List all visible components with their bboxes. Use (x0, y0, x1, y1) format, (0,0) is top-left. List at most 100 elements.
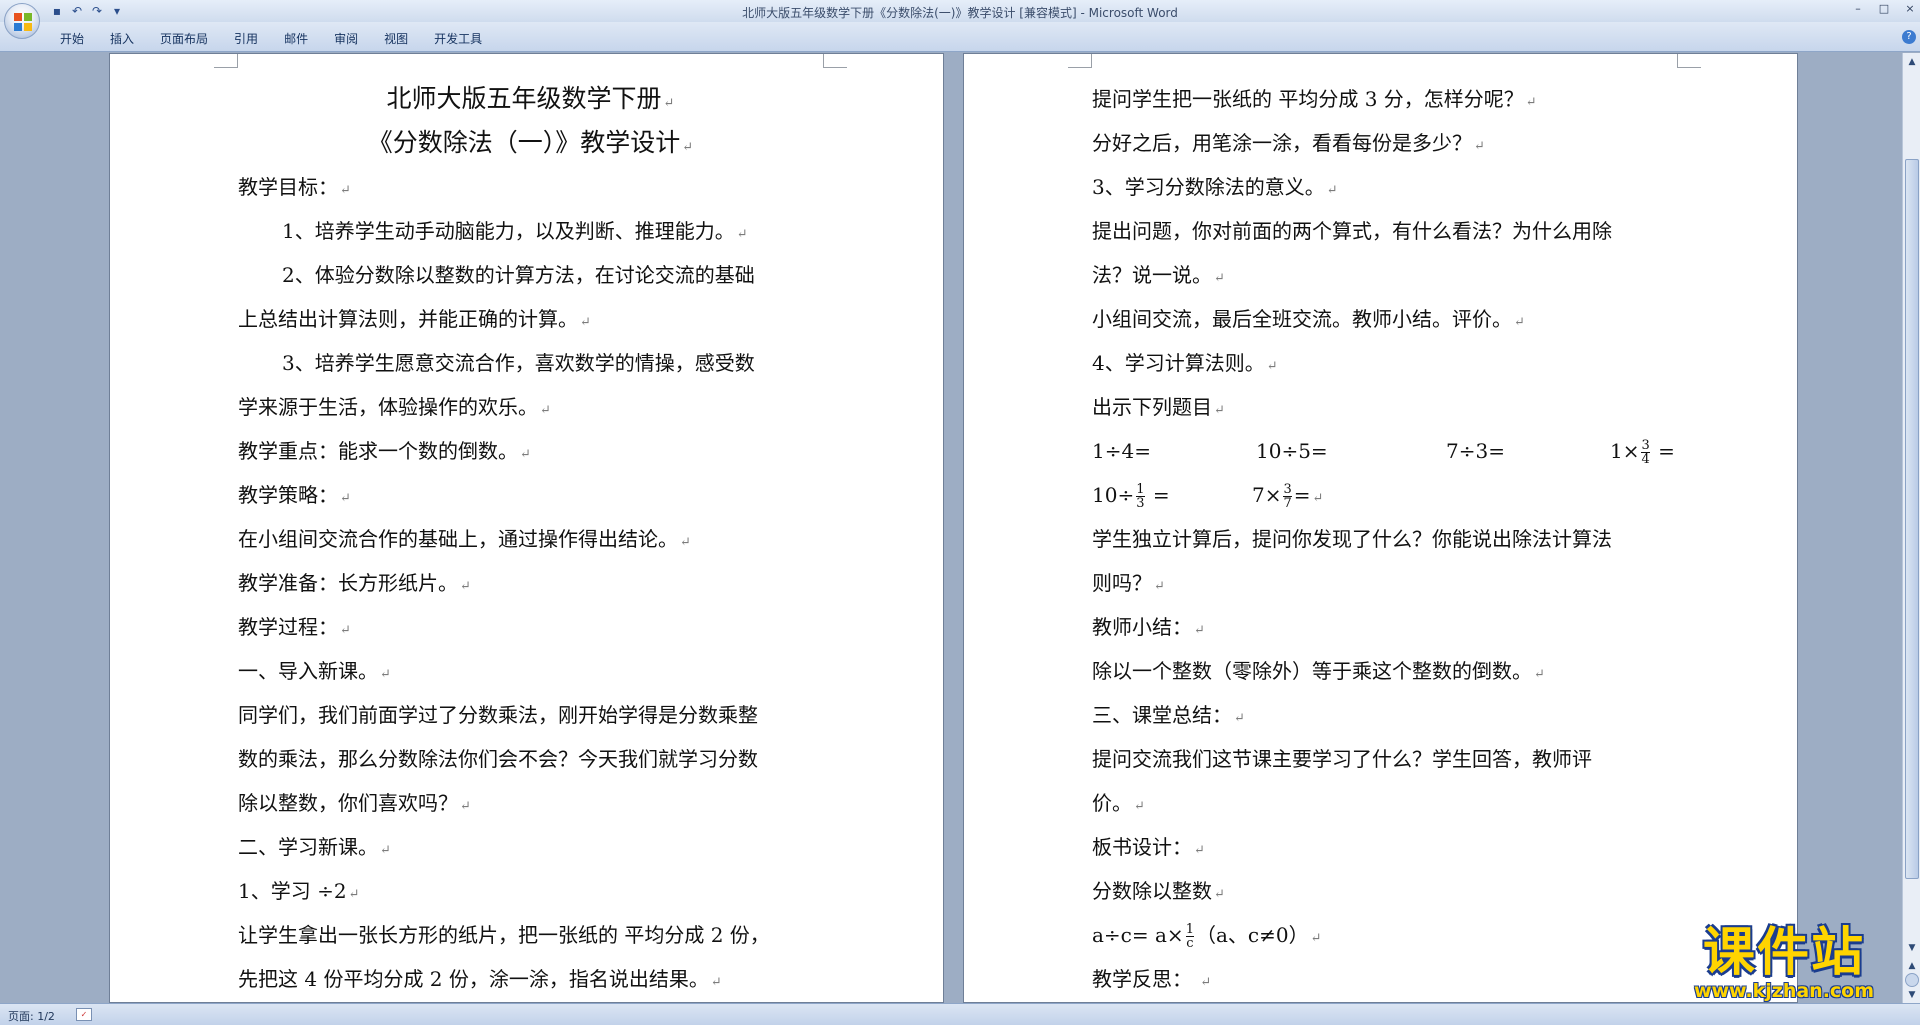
paragraph: 1、学习 ÷2 ↵ (238, 879, 360, 903)
fraction-denominator: 7 (1283, 496, 1292, 511)
math-text: = (1293, 483, 1311, 507)
select-browse-object-icon[interactable] (1905, 973, 1919, 987)
paragraph: 除以整数，你们喜欢吗？ ↵ (238, 791, 471, 815)
math-text: = (1651, 439, 1675, 463)
math-expression: 10÷5= (1256, 439, 1328, 463)
paragraph: 一、导入新课。 ↵ (238, 659, 391, 683)
paragraph: 提出问题，你对前面的两个算式，有什么看法？为什么用除 (1092, 219, 1612, 243)
math-text: 1× (1610, 439, 1640, 463)
math-text: （a、c≠0） (1195, 923, 1309, 947)
scrollbar-thumb[interactable] (1905, 159, 1919, 879)
paragraph: 教师小结： ↵ (1092, 615, 1205, 639)
paragraph: 法？说一说。 ↵ (1092, 263, 1225, 287)
document-page-2[interactable]: 提问学生把一张纸的 平均分成 3 分，怎样分呢？ ↵ 分好之后，用笔涂一涂，看看每… (963, 53, 1798, 1003)
math-expression: 1× 3 4 = (1610, 429, 1675, 473)
doc-title-line-1: 北师大版五年级数学下册 ↵ (386, 84, 675, 113)
proofing-status-icon[interactable]: ✓ (76, 1008, 92, 1021)
paragraph: 出示下列题目 ↵ (1092, 395, 1225, 419)
paragraph: 让学生拿出一张长方形的纸片，把一张纸的 平均分成 2 份， (238, 923, 770, 947)
tab-home[interactable]: 开始 (48, 28, 96, 49)
tab-insert[interactable]: 插入 (98, 28, 146, 49)
paragraph: 教学重点：能求一个数的倒数。 ↵ (238, 439, 531, 463)
math-expression: 1÷4= (1092, 439, 1151, 463)
paragraph: 板书设计： ↵ (1092, 835, 1205, 859)
tab-mailings[interactable]: 邮件 (272, 28, 320, 49)
doc-title-line-2: 《分数除法（一）》教学设计 ↵ (367, 128, 694, 157)
fraction: 37 (1283, 482, 1292, 511)
previous-page-icon[interactable]: ▲ (1905, 959, 1919, 973)
fraction-numerator: 1 (1136, 482, 1145, 497)
maximize-button[interactable]: □ (1878, 2, 1890, 16)
fraction: 13 (1136, 482, 1145, 511)
paragraph: 则吗？ ↵ (1092, 571, 1165, 595)
office-button[interactable] (4, 3, 40, 39)
next-page-icon[interactable]: ▼ (1905, 988, 1919, 1002)
paragraph: 分好之后，用笔涂一涂，看看每份是多少？ ↵ (1092, 131, 1485, 155)
fraction-denominator: c (1186, 936, 1194, 951)
formula-line: a÷c= a× 1 c （a、c≠0） ↵ (1092, 922, 1322, 951)
paragraph: 三、课堂总结： ↵ (1092, 703, 1245, 727)
fraction: 34 (1641, 438, 1650, 467)
paragraph: 教学准备：长方形纸片。 ↵ (238, 571, 471, 595)
tab-view[interactable]: 视图 (372, 28, 420, 49)
title-bar: ▪ ↶ ↷ ▾ 北师大版五年级数学下册《分数除法(一)》教学设计 [兼容模式] … (0, 0, 1920, 39)
paragraph: 学来源于生活，体验操作的欢乐。 ↵ (238, 395, 551, 419)
margin-corner-mark (1677, 54, 1701, 68)
tab-developer[interactable]: 开发工具 (422, 28, 494, 49)
help-icon[interactable]: ? (1902, 30, 1916, 44)
paragraph: 教学目标： ↵ (238, 175, 351, 199)
math-expression: 10÷ 1 3 = (1092, 473, 1252, 517)
status-bar: 页面: 1/2 ✓ (0, 1003, 1920, 1025)
paragraph: 数的乘法，那么分数除法你们会不会？今天我们就学习分数 (238, 747, 758, 771)
paragraph: 小组间交流，最后全班交流。教师小结。评价。 ↵ (1092, 307, 1525, 331)
math-exercise-row-1: 1÷4= 10÷5= 7÷3= 1× 3 4 = (1092, 429, 1677, 473)
paragraph: 3、培养学生愿意交流合作，喜欢数学的情操，感受数 (282, 351, 755, 375)
fraction-numerator: 3 (1641, 438, 1650, 453)
document-area[interactable]: 北师大版五年级数学下册 ↵ 《分数除法（一）》教学设计 ↵ 教学目标： ↵ 1、培养学… (0, 53, 1900, 1003)
paragraph: 3、学习分数除法的意义。 ↵ (1092, 175, 1338, 199)
ribbon: 开始 插入 页面布局 引用 邮件 审阅 视图 开发工具 ? (0, 22, 1920, 52)
paragraph: 分数除以整数 ↵ (1092, 879, 1225, 903)
tab-review[interactable]: 审阅 (322, 28, 370, 49)
fraction-denominator: 3 (1136, 496, 1145, 511)
paragraph: 2、体验分数除以整数的计算方法，在讨论交流的基础 (282, 263, 755, 287)
math-text: 7× (1252, 483, 1282, 507)
tab-page-layout[interactable]: 页面布局 (148, 28, 220, 49)
margin-corner-mark (823, 54, 847, 68)
close-button[interactable]: × (1904, 2, 1916, 16)
math-expression: 7÷3= (1446, 439, 1505, 463)
math-text: = (1146, 483, 1170, 507)
fraction-denominator: 4 (1641, 452, 1650, 467)
scroll-down-icon[interactable]: ▼ (1905, 941, 1919, 955)
paragraph: 在小组间交流合作的基础上，通过操作得出结论。 ↵ (238, 527, 691, 551)
page-1-text: 北师大版五年级数学下册 ↵ 《分数除法（一）》教学设计 ↵ 教学目标： ↵ 1、培养学… (238, 77, 823, 1001)
paragraph: 先把这 4 份平均分成 2 份，涂一涂，指名说出结果。 ↵ (238, 967, 722, 991)
watermark-text: 课件站 (1702, 923, 1865, 983)
fraction-numerator: 3 (1283, 482, 1292, 497)
fraction: 1c (1185, 922, 1194, 951)
office-logo-icon (14, 13, 32, 31)
watermark-url: www.kjzhan.com (1693, 980, 1875, 1002)
vertical-scrollbar[interactable]: ▲ ▼ ▲ ▼ (1902, 53, 1920, 1003)
paragraph: 教学策略： ↵ (238, 483, 351, 507)
paragraph: 4、学习计算法则。 ↵ (1092, 351, 1278, 375)
paragraph: 上总结出计算法则，并能正确的计算。 ↵ (238, 307, 591, 331)
scroll-up-icon[interactable]: ▲ (1905, 55, 1919, 69)
paragraph: 二、学习新课。 ↵ (238, 835, 391, 859)
paragraph: 1、培养学生动手动脑能力，以及判断、推理能力。 ↵ (282, 219, 748, 243)
window-controls: – □ × (1852, 2, 1916, 16)
paragraph: 同学们，我们前面学过了分数乘法，刚开始学得是分数乘整 (238, 703, 758, 727)
document-page-1[interactable]: 北师大版五年级数学下册 ↵ 《分数除法（一）》教学设计 ↵ 教学目标： ↵ 1、培养学… (109, 53, 944, 1003)
paragraph: 教学反思： ↵ (1092, 967, 1212, 991)
paragraph: 提问学生把一张纸的 平均分成 3 分，怎样分呢？ ↵ (1092, 87, 1537, 111)
page-count[interactable]: 页面: 1/2 (8, 1008, 55, 1024)
math-text: 10÷ (1092, 483, 1135, 507)
paragraph: 学生独立计算后，提问你发现了什么？你能说出除法计算法 (1092, 527, 1612, 551)
page-2-text: 提问学生把一张纸的 平均分成 3 分，怎样分呢？ ↵ 分好之后，用笔涂一涂，看看每… (1092, 77, 1677, 1001)
paragraph: 提问交流我们这节课主要学习了什么？学生回答，教师评 (1092, 747, 1592, 771)
margin-corner-mark (214, 54, 238, 68)
math-text: a÷c= a× (1092, 923, 1184, 947)
minimize-button[interactable]: – (1852, 2, 1864, 16)
tab-references[interactable]: 引用 (222, 28, 270, 49)
fraction-numerator: 1 (1185, 922, 1194, 937)
